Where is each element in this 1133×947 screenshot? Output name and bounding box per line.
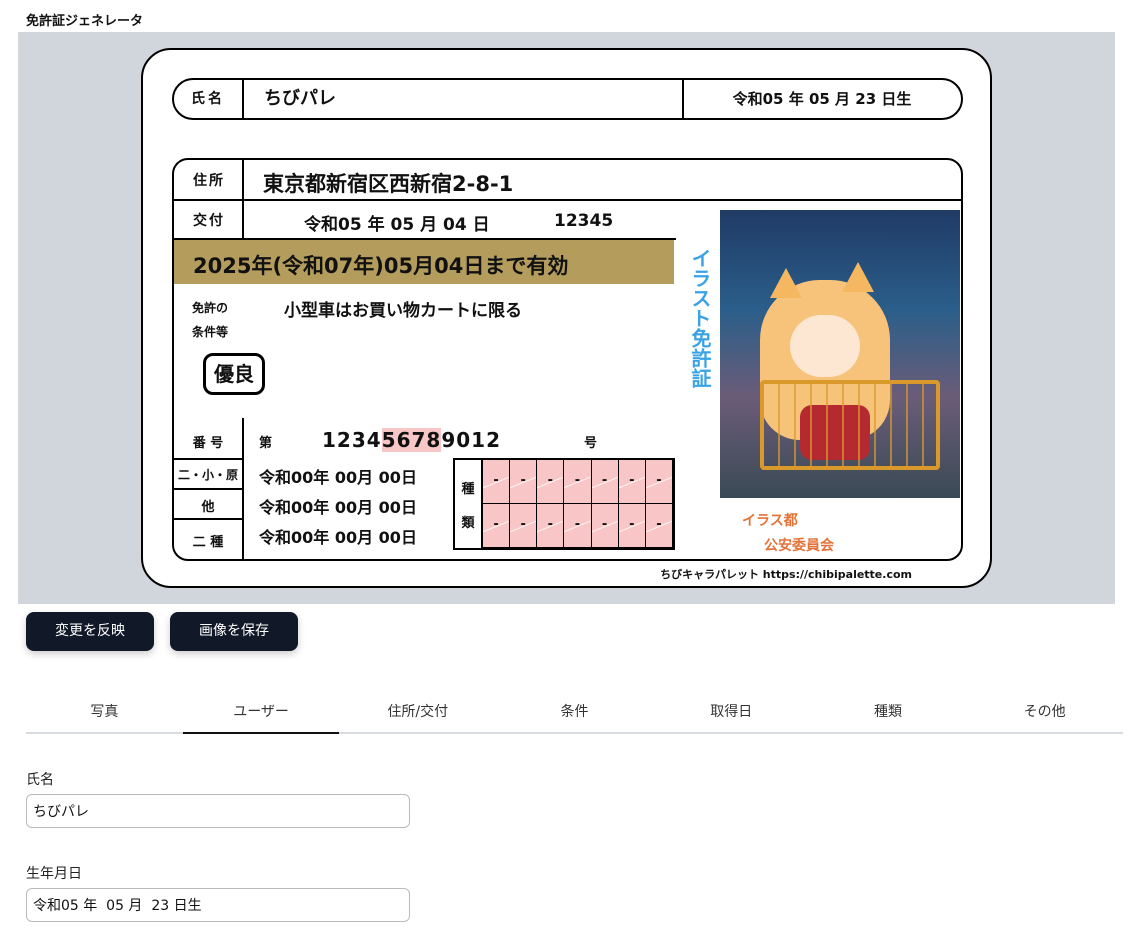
issue-number: 12345 xyxy=(554,211,614,231)
number-label: 番 号 xyxy=(192,436,224,451)
grid-cells: - - - - - - - - - - - - - - xyxy=(481,460,673,548)
address-value: 東京都新宿区西新宿2-8-1 xyxy=(263,172,514,196)
tab-user[interactable]: ユーザー xyxy=(182,692,340,734)
tab-type[interactable]: 種類 xyxy=(810,692,967,732)
divider xyxy=(174,488,244,490)
tab-photo[interactable]: 写真 xyxy=(26,692,183,732)
credit-text: ちびキャラパレット https://chibipalette.com xyxy=(660,568,912,581)
vertical-title-text: イラスト免許証 xyxy=(688,248,712,388)
tab-acquired-date[interactable]: 取得日 xyxy=(653,692,810,732)
photo-detail xyxy=(842,262,874,292)
conditions-value: 小型車はお買い物カートに限る xyxy=(284,301,522,321)
save-image-button[interactable]: 画像を保存 xyxy=(170,612,298,651)
grid-cell: - xyxy=(483,504,511,548)
license-type-grid: 種 類 - - - - - - - - - - - - - - xyxy=(453,458,675,550)
authority-line1: イラス都 xyxy=(742,513,798,529)
photo-detail xyxy=(790,315,860,377)
excellent-badge: 優良 xyxy=(203,353,265,395)
grid-cell: - xyxy=(564,504,592,548)
anime-cat-girl-photo xyxy=(720,210,960,498)
grid-cell: - xyxy=(510,460,538,504)
license-number-highlight: 5678 xyxy=(381,428,442,452)
grid-cell: - xyxy=(591,460,619,504)
license-main-box: 住所 東京都新宿区西新宿2-8-1 交付 令和05 年 05 月 04 日 12… xyxy=(172,158,963,561)
grid-label-bottom: 類 xyxy=(461,516,475,531)
category-label-2: 他 xyxy=(201,500,215,515)
category-date-2: 令和00年 00月 00日 xyxy=(259,498,417,517)
grid-cell: - xyxy=(645,504,673,548)
license-card: 氏名 ちびパレ 令和05 年 05 月 23 日生 住所 東京都新宿区西新宿2-… xyxy=(141,48,992,588)
apply-changes-button[interactable]: 変更を反映 xyxy=(26,612,154,651)
conditions-label-line2: 条件等 xyxy=(192,325,229,339)
birth-date-field[interactable] xyxy=(26,888,410,922)
grid-cell: - xyxy=(591,504,619,548)
address-label: 住所 xyxy=(193,173,225,189)
grid-cell: - xyxy=(645,460,673,504)
app-title: 免許証ジェネレータ xyxy=(26,14,144,29)
grid-cell: - xyxy=(618,460,646,504)
grid-cell: - xyxy=(618,504,646,548)
number-prefix: 第 xyxy=(259,436,273,451)
grid-cell: - xyxy=(537,504,565,548)
name-label: 氏名 xyxy=(174,80,244,118)
valid-until: 2025年(令和07年)05月04日まで有効 xyxy=(193,254,569,278)
photo-detail xyxy=(770,268,802,298)
name-field-label: 氏名 xyxy=(26,772,54,788)
divider xyxy=(174,458,244,460)
category-label-1: 二・小・原 xyxy=(177,468,238,482)
license-number-start: 1234 xyxy=(322,428,382,452)
vertical-title: イラスト免許証 xyxy=(684,248,714,388)
divider xyxy=(174,199,961,201)
license-number-end: 9012 xyxy=(441,428,502,452)
grid-cell: - xyxy=(510,504,538,548)
number-suffix: 号 xyxy=(584,436,598,451)
grid-cell: - xyxy=(537,460,565,504)
name-row: 氏名 ちびパレ 令和05 年 05 月 23 日生 xyxy=(172,78,963,120)
issue-label: 交付 xyxy=(193,213,225,229)
grid-cell: - xyxy=(483,460,511,504)
category-label-3: 二 種 xyxy=(192,535,224,550)
authority-line2: 公安委員会 xyxy=(764,538,834,554)
grid-cell: - xyxy=(564,460,592,504)
license-number: 123456789012 xyxy=(322,428,501,452)
divider xyxy=(174,518,244,520)
grid-label-top: 種 xyxy=(461,482,475,497)
shopping-cart-icon xyxy=(760,380,940,470)
birth-date: 令和05 年 05 月 23 日生 xyxy=(732,90,912,108)
settings-tabs: 写真 ユーザー 住所/交付 条件 取得日 種類 その他 xyxy=(26,692,1123,734)
license-preview-area: 氏名 ちびパレ 令和05 年 05 月 23 日生 住所 東京都新宿区西新宿2-… xyxy=(18,32,1115,604)
birth-date-field-label: 生年月日 xyxy=(26,866,82,882)
issue-date: 令和05 年 05 月 04 日 xyxy=(304,215,490,235)
name-value: ちびパレ xyxy=(264,88,336,109)
conditions-label: 免許の 条件等 xyxy=(192,296,228,344)
tab-conditions[interactable]: 条件 xyxy=(496,692,653,732)
category-date-3: 令和00年 00月 00日 xyxy=(259,528,417,547)
conditions-label-line1: 免許の xyxy=(192,301,229,315)
name-field[interactable] xyxy=(26,794,410,828)
tab-other[interactable]: その他 xyxy=(966,692,1123,732)
tab-address-issue[interactable]: 住所/交付 xyxy=(339,692,496,732)
category-date-1: 令和00年 00月 00日 xyxy=(259,468,417,487)
